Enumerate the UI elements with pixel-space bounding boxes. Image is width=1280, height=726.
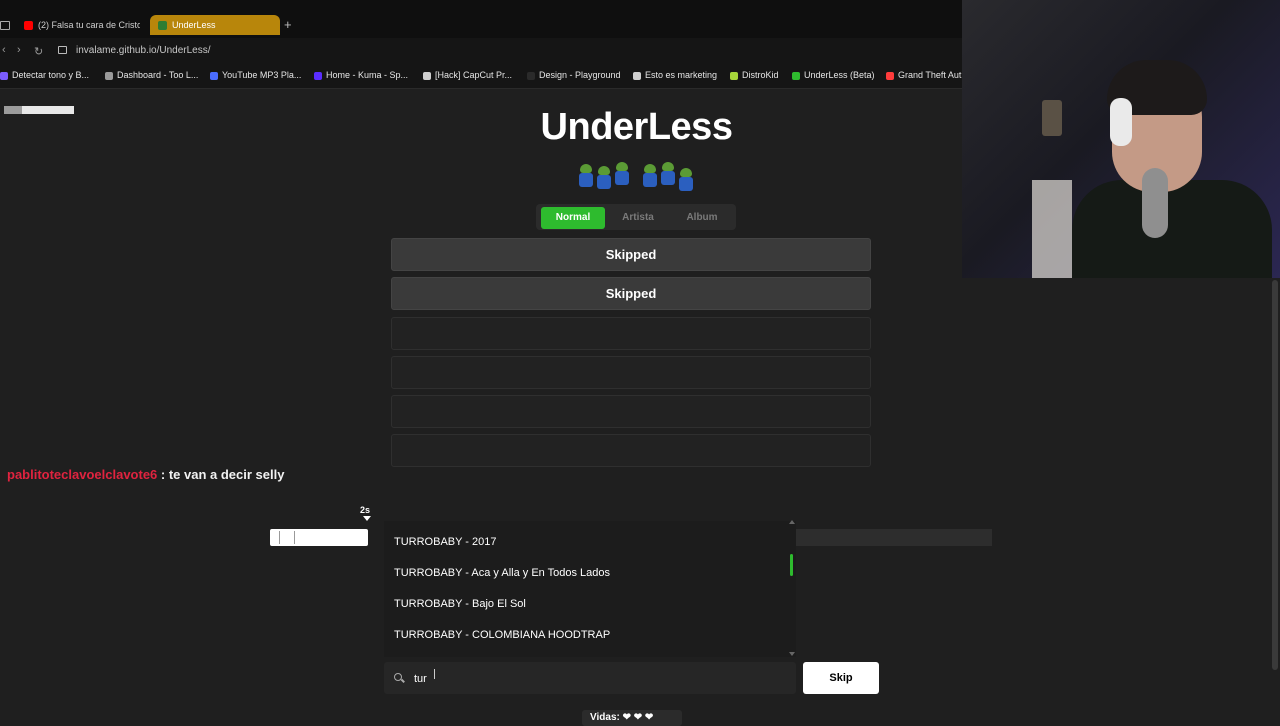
back-icon[interactable]: ‹ <box>2 44 6 56</box>
guess-slot-2: Skipped <box>391 277 871 310</box>
frog-band-image <box>578 160 698 192</box>
bookmark-item[interactable]: [Hack] CapCut Pr... <box>423 70 512 80</box>
page-title: UnderLess <box>540 106 733 148</box>
bookmark-favicon-icon <box>633 71 641 80</box>
scroll-down-icon[interactable] <box>789 652 795 656</box>
chat-text: te van a decir selly <box>168 467 285 482</box>
frog-icon <box>642 164 658 188</box>
bookmark-label: Grand Theft Aut <box>898 70 962 80</box>
tab-youtube[interactable]: (2) Falsa tu cara de Cristo <box>18 15 140 35</box>
bookmark-favicon-icon <box>314 71 322 80</box>
tab-label: UnderLess <box>172 20 216 30</box>
suggestions-dropdown: TURROBABY - 2017 TURROBABY - Aca y Alla … <box>384 521 796 657</box>
bookmark-item[interactable]: DistroKid <box>730 70 779 80</box>
bookmark-favicon-icon <box>105 71 113 80</box>
progress-divider <box>294 531 295 544</box>
bookmark-label: Esto es marketing <box>645 70 718 80</box>
frog-icon <box>660 162 676 186</box>
guess-slot-6 <box>391 434 871 467</box>
chat-message: pablitoteclavoelclavote6 : te van a deci… <box>7 467 284 482</box>
suggestion-item[interactable]: TURROBABY - COLOMBIANA HOODTRAP <box>394 629 610 641</box>
suggestion-item[interactable]: TURROBABY - 2017 <box>394 536 497 548</box>
bookmark-favicon-icon <box>0 71 8 80</box>
chat-username: pablitoteclavoelclavote6 <box>7 467 158 482</box>
bookmark-favicon-icon <box>423 71 431 80</box>
guess-slot-3 <box>391 317 871 350</box>
timer-marker-icon <box>363 516 371 521</box>
bookmark-label: YouTube MP3 Pla... <box>222 70 302 80</box>
search-input[interactable] <box>414 671 784 687</box>
skip-button[interactable]: Skip <box>803 662 879 694</box>
bookmark-favicon-icon <box>210 71 218 80</box>
search-icon <box>394 673 402 681</box>
bookmark-item[interactable]: Home - Kuma - Sp... <box>314 70 408 80</box>
bookmark-label: [Hack] CapCut Pr... <box>435 70 513 80</box>
frog-icon <box>578 164 594 188</box>
progress-track <box>795 529 992 546</box>
bookmark-favicon-icon <box>886 71 894 80</box>
timer-label: 2s <box>360 505 371 515</box>
underless-favicon <box>158 21 167 31</box>
bookmark-label: UnderLess (Beta) <box>804 70 875 80</box>
webcam-door <box>1032 180 1072 278</box>
browser-tab-bar <box>0 0 962 38</box>
guess-slot-5 <box>391 395 871 428</box>
youtube-icon <box>24 21 33 31</box>
new-tab-button[interactable]: + <box>284 17 292 32</box>
bookmark-label: DistroKid <box>742 70 779 80</box>
tab-album[interactable]: Album <box>676 207 728 229</box>
bookmark-item[interactable]: Esto es marketing <box>633 70 717 80</box>
frog-icon <box>614 162 630 186</box>
bookmark-item[interactable]: Grand Theft Aut <box>886 70 961 80</box>
bookmark-item[interactable]: Detectar tono y B... <box>0 70 89 80</box>
frog-icon <box>596 166 612 190</box>
microphone-icon <box>1142 168 1168 238</box>
bookmark-favicon-icon <box>730 71 738 80</box>
guess-slot-1: Skipped <box>391 238 871 271</box>
window-menu-icon[interactable] <box>0 21 10 30</box>
bookmark-label: Home - Kuma - Sp... <box>326 70 409 80</box>
tab-label: (2) Falsa tu cara de Cristo <box>38 20 140 30</box>
suggestion-item[interactable]: TURROBABY - Bajo El Sol <box>394 598 526 610</box>
lock-icon <box>58 46 67 54</box>
page-scrollbar[interactable] <box>1272 280 1278 670</box>
forward-icon[interactable]: › <box>17 44 21 56</box>
tab-underless[interactable]: UnderLess <box>150 15 280 35</box>
lives-indicator: Vidas: ❤ ❤ ❤ <box>582 710 682 726</box>
guess-slot-4 <box>391 356 871 389</box>
text-cursor-icon <box>434 669 440 679</box>
reload-icon[interactable]: ↻ <box>34 45 43 58</box>
scroll-up-icon[interactable] <box>789 520 795 524</box>
suggestion-item[interactable]: TURROBABY - Aca y Alla y En Todos Lados <box>394 567 610 579</box>
webcam-body <box>1072 180 1272 278</box>
bookmark-favicon-icon <box>527 71 535 80</box>
chat-separator: : <box>157 467 169 482</box>
playback-progress[interactable] <box>270 529 368 546</box>
frog-icon <box>678 168 694 192</box>
tab-normal[interactable]: Normal <box>541 207 605 229</box>
bookmark-item[interactable]: YouTube MP3 Pla... <box>210 70 301 80</box>
bookmark-label: Detectar tono y B... <box>12 70 90 80</box>
bookmark-item[interactable]: Design - Playground <box>527 70 621 80</box>
bookmark-label: Dashboard - Too L... <box>117 70 199 80</box>
dropdown-scrollbar[interactable] <box>790 554 793 576</box>
bookmark-favicon-icon <box>792 71 800 80</box>
tab-artista[interactable]: Artista <box>612 207 664 229</box>
progress-divider <box>279 531 280 544</box>
bookmark-item[interactable]: Dashboard - Too L... <box>105 70 198 80</box>
address-bar[interactable]: invalame.github.io/UnderLess/ <box>76 45 211 56</box>
bookmark-label: Design - Playground <box>539 70 621 80</box>
bookmark-item[interactable]: UnderLess (Beta) <box>792 70 875 80</box>
